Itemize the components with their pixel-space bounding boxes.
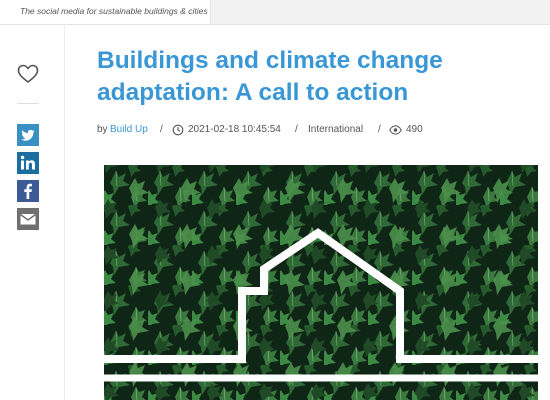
email-share-button[interactable]	[17, 208, 39, 230]
sidebar-separator	[17, 103, 39, 104]
author-link[interactable]: Build Up	[110, 124, 148, 135]
meta-separator: /	[160, 124, 163, 135]
facebook-icon	[24, 183, 32, 199]
sidebar-divider	[64, 25, 65, 400]
article-title: Buildings and climate change adaptation:…	[97, 47, 443, 106]
view-count: 490	[406, 124, 423, 135]
email-icon	[20, 213, 36, 225]
by-label: by	[97, 124, 108, 135]
linkedin-share-button[interactable]	[17, 152, 39, 174]
eye-icon	[389, 125, 402, 135]
twitter-icon	[21, 129, 35, 141]
facebook-share-button[interactable]	[17, 180, 39, 202]
meta-separator: /	[378, 124, 381, 135]
site-tagline: The social media for sustainable buildin…	[20, 6, 208, 16]
top-bar: The social media for sustainable buildin…	[0, 0, 550, 25]
hero-image	[104, 165, 538, 400]
linkedin-icon	[20, 155, 35, 170]
tagline-box: The social media for sustainable buildin…	[0, 0, 211, 24]
heart-icon[interactable]	[17, 64, 39, 84]
clock-icon	[172, 124, 184, 136]
timestamp: 2021-02-18 10:45:54	[188, 124, 281, 135]
region-label: International	[308, 124, 364, 135]
twitter-share-button[interactable]	[17, 124, 39, 146]
ivy-house-outline-image	[104, 165, 538, 400]
meta-separator: /	[295, 124, 298, 135]
